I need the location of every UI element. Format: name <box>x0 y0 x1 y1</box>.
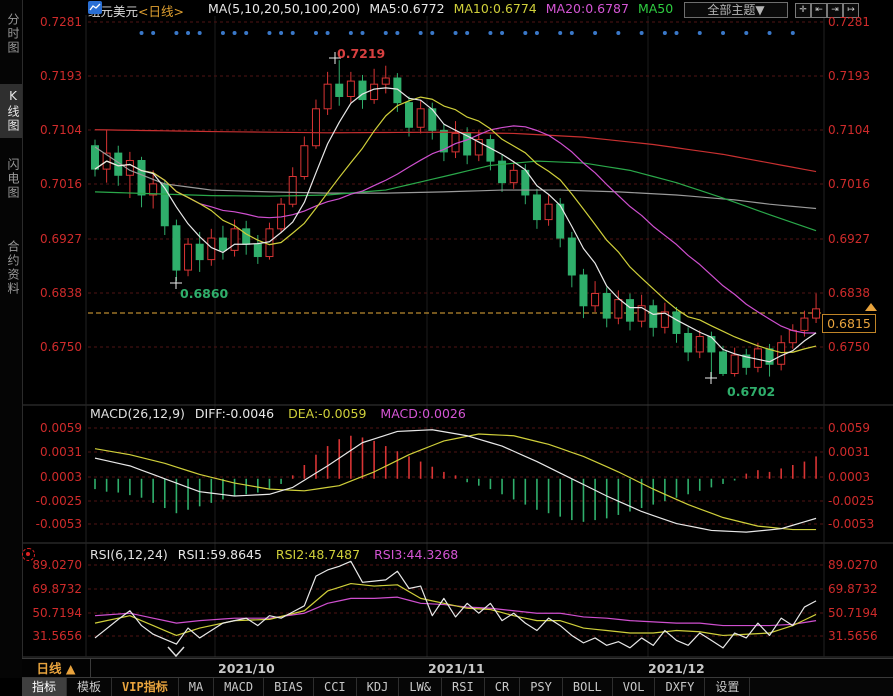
rsi1-value: RSI1:59.8645 <box>178 547 262 562</box>
y-axis-label-left: 0.0059 <box>24 421 82 435</box>
mini-chart-icon[interactable] <box>187 1 201 14</box>
toolbar-item-cci[interactable]: CCI <box>314 678 357 696</box>
period-selector[interactable]: 日线 ▲ <box>22 659 91 678</box>
rsi-title: RSI(6,12,24) <box>90 547 168 562</box>
sidebar-tab-1[interactable]: 分时图 <box>0 4 22 64</box>
sidebar-tab-4[interactable]: 合约资料 <box>0 224 22 312</box>
toolbar-item-vip指标[interactable]: VIP指标 <box>112 678 179 696</box>
chart-type-sidebar: 分时图 K线图闪电图合约资料 <box>0 0 23 678</box>
y-axis-label-right: 69.8732 <box>828 582 886 596</box>
move-icon[interactable]: ✛ <box>795 3 811 18</box>
rsi3-value: RSI3:44.3268 <box>374 547 458 562</box>
chart-header: 纽元美元<日线>MA(5,10,20,50,100,200)MA5:0.6772… <box>88 1 673 17</box>
macd-panel-header: MACD(26,12,9) DIFF:-0.0046 DEA:-0.0059 M… <box>90 406 466 421</box>
toolbar-item-ma[interactable]: MA <box>179 678 214 696</box>
low-price-annotation-1: 0.6860 <box>180 286 228 301</box>
sidebar-tab-2[interactable]: K线图 <box>0 84 22 138</box>
toolbar-item-kdj[interactable]: KDJ <box>357 678 400 696</box>
macd-title: MACD(26,12,9) <box>90 406 185 421</box>
ma-legend-4: MA50 <box>638 1 673 16</box>
period-tag: <日线> <box>138 4 184 19</box>
macd-dea-value: DEA:-0.0059 <box>288 406 366 421</box>
y-axis-label-right: 0.7104 <box>828 123 886 137</box>
y-axis-label-right: 0.6838 <box>828 286 886 300</box>
y-axis-label-left: 0.0003 <box>24 470 82 484</box>
y-axis-label-right: 0.0031 <box>828 445 886 459</box>
y-axis-label-right: 0.7281 <box>828 15 886 29</box>
y-axis-label-right: -0.0053 <box>828 517 886 531</box>
y-axis-label-left: 89.0270 <box>24 558 82 572</box>
x-axis-month-label: 2021/11 <box>428 659 485 678</box>
y-axis-label-left: 0.7193 <box>24 69 82 83</box>
price-up-arrow-icon <box>865 303 877 311</box>
y-axis-label-left: 0.6838 <box>24 286 82 300</box>
y-axis-label-left: 0.6927 <box>24 232 82 246</box>
y-axis-label-left: 50.7194 <box>24 606 82 620</box>
toolbar-item-bias[interactable]: BIAS <box>264 678 314 696</box>
rsi2-value: RSI2:48.7487 <box>276 547 360 562</box>
ma-legend-3: MA20:0.6787 <box>546 1 629 16</box>
y-axis-label-right: -0.0025 <box>828 494 886 508</box>
indicator-toolbar: 指标模板VIP指标MAMACDBIASCCIKDJLW&RSICRPSYBOLL… <box>22 677 893 696</box>
toolbar-item-模板[interactable]: 模板 <box>67 678 112 696</box>
y-axis-label-right: 50.7194 <box>828 606 886 620</box>
toolbar-item-设置[interactable]: 设置 <box>705 678 750 696</box>
y-axis-label-left: 0.6750 <box>24 340 82 354</box>
low-price-annotation-2: 0.6702 <box>727 384 775 399</box>
x-axis-month-label: 2021/12 <box>648 659 705 678</box>
y-axis-label-right: 0.0059 <box>828 421 886 435</box>
y-axis-label-right: 0.0003 <box>828 470 886 484</box>
current-price-badge: 0.6815 <box>822 314 876 333</box>
toolbar-item-vol[interactable]: VOL <box>613 678 656 696</box>
toolbar-item-cr[interactable]: CR <box>485 678 520 696</box>
y-axis-label-right: 0.6750 <box>828 340 886 354</box>
rsi-panel-header: RSI(6,12,24) RSI1:59.8645 RSI2:48.7487 R… <box>90 547 458 562</box>
y-axis-label-left: 0.7016 <box>24 177 82 191</box>
x-axis-month-label: 2021/10 <box>218 659 275 678</box>
high-price-annotation: 0.7219 <box>337 46 385 61</box>
y-axis-label-right: 0.7193 <box>828 69 886 83</box>
time-axis-bar: 日线 ▲ 2021/10 2021/11 2021/12 <box>22 658 893 678</box>
toolbar-item-psy[interactable]: PSY <box>520 678 563 696</box>
sidebar-tab-3[interactable]: 闪电图 <box>0 148 22 210</box>
toolbar-item-boll[interactable]: BOLL <box>563 678 613 696</box>
y-axis-label-left: -0.0053 <box>24 517 82 531</box>
toolbar-item-指标[interactable]: 指标 <box>22 678 67 696</box>
y-axis-label-left: 69.8732 <box>24 582 82 596</box>
trading-app-window: 分时图K线图闪电图合约资料 纽元美元<日线>MA(5,10,20,50,100,… <box>0 0 893 696</box>
toolbar-item-macd[interactable]: MACD <box>214 678 264 696</box>
y-axis-label-left: 31.5656 <box>24 629 82 643</box>
toolbar-item-dxfy[interactable]: DXFY <box>655 678 705 696</box>
shift-left-icon[interactable]: ⇤ <box>811 3 827 18</box>
ma-values: MA5:0.6772 MA10:0.6774 MA20:0.6787 MA50 <box>360 1 673 16</box>
toolbar-item-lw[interactable]: LW& <box>399 678 442 696</box>
theme-select-button[interactable]: 全部主题▼ <box>684 2 788 18</box>
y-axis-label-left: 0.0031 <box>24 445 82 459</box>
y-axis-label-right: 0.7016 <box>828 177 886 191</box>
toolbar-item-rsi[interactable]: RSI <box>442 678 485 696</box>
macd-diff-value: DIFF:-0.0046 <box>195 406 274 421</box>
ma-legend-2: MA10:0.6774 <box>454 1 537 16</box>
y-axis-label-right: 89.0270 <box>828 558 886 572</box>
macd-macd-value: MACD:0.0026 <box>380 406 465 421</box>
y-axis-label-right: 0.6927 <box>828 232 886 246</box>
ma-group-label: MA(5,10,20,50,100,200) <box>208 1 360 16</box>
y-axis-label-left: -0.0025 <box>24 494 82 508</box>
ma-legend-1: MA5:0.6772 <box>369 1 444 16</box>
y-axis-label-left: 0.7104 <box>24 123 82 137</box>
chart-canvas[interactable] <box>0 0 893 696</box>
y-axis-label-left: 0.7281 <box>24 15 82 29</box>
y-axis-label-right: 31.5656 <box>828 629 886 643</box>
